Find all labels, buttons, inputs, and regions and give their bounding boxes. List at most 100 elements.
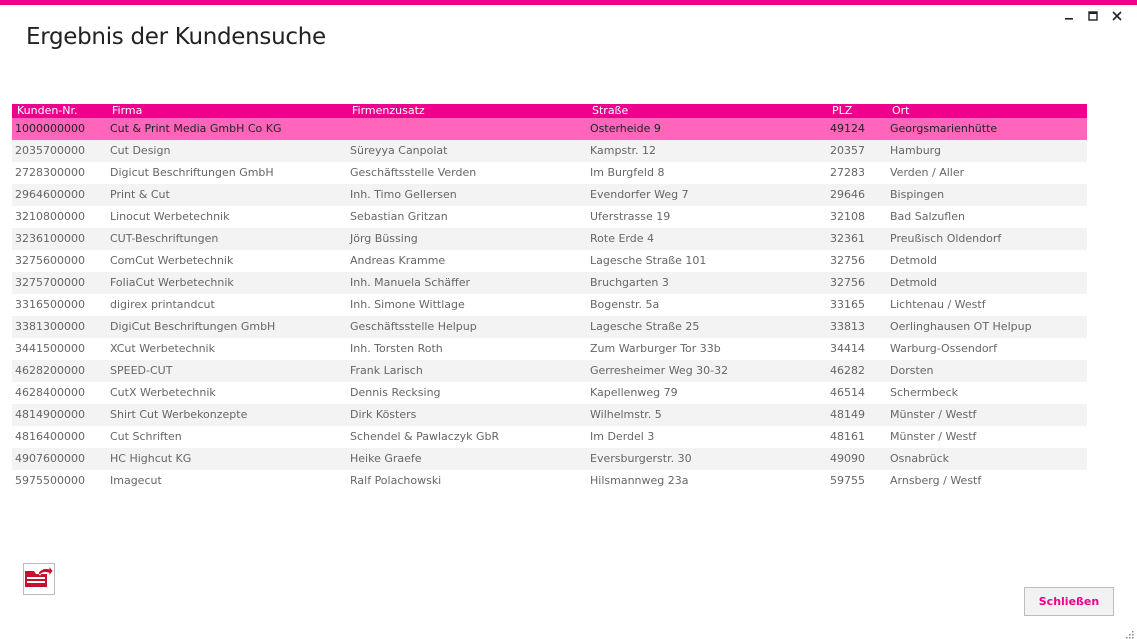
cell-ort: Münster / Westf: [890, 408, 977, 421]
table-row[interactable]: 2964600000 Print & Cut Inh. Timo Gellersen…: [12, 184, 1087, 206]
table-row[interactable]: 2728300000 Digicut Beschriftungen GmbH Ges…: [12, 162, 1087, 184]
cell-firma: ComCut Werbetechnik: [110, 254, 234, 267]
window-accent-bar: [0, 0, 1137, 5]
cell-firmenzusatz: Inh. Simone Wittlage: [350, 298, 465, 311]
column-header-firma[interactable]: Firma: [107, 104, 347, 118]
export-button[interactable]: [23, 563, 55, 595]
cell-strasse: Osterheide 9: [590, 122, 661, 135]
cell-firmenzusatz: Dirk Kösters: [350, 408, 417, 421]
cell-strasse: Wilhelmstr. 5: [590, 408, 662, 421]
cell-plz: 49124: [830, 122, 865, 135]
cell-firmenzusatz: Geschäftsstelle Verden: [350, 166, 477, 179]
cell-plz: 29646: [830, 188, 865, 201]
cell-firma: Shirt Cut Werbekonzepte: [110, 408, 248, 421]
cell-kunden-nr: 3275700000: [15, 276, 85, 289]
cell-plz: 27283: [830, 166, 865, 179]
table-row[interactable]: 5975500000 Imagecut Ralf Polachowski Hilsma…: [12, 470, 1087, 492]
cell-plz: 32361: [830, 232, 865, 245]
cell-ort: Bispingen: [890, 188, 945, 201]
column-header-strasse[interactable]: Straße: [587, 104, 827, 118]
cell-strasse: Kapellenweg 79: [590, 386, 678, 399]
table-row[interactable]: 4628200000 SPEED-CUT Frank Larisch Gerreshe…: [12, 360, 1087, 382]
table-row[interactable]: 3316500000 digirex printandcut Inh. Simone…: [12, 294, 1087, 316]
cell-kunden-nr: 5975500000: [15, 474, 85, 487]
folder-export-icon: [24, 564, 54, 594]
grid-header: Kunden-Nr. Firma Firmenzusatz Straße PLZ…: [12, 104, 1087, 118]
cell-firmenzusatz: Schendel & Pawlaczyk GbR: [350, 430, 500, 443]
column-header-plz[interactable]: PLZ: [827, 104, 887, 118]
cell-firmenzusatz: Inh. Manuela Schäffer: [350, 276, 471, 289]
column-header-kunden-nr[interactable]: Kunden-Nr.: [12, 104, 107, 118]
cell-firmenzusatz: Jörg Büssing: [350, 232, 418, 245]
cell-firma: Print & Cut: [110, 188, 170, 201]
cell-firmenzusatz: Süreyya Canpolat: [350, 144, 448, 157]
cell-ort: Lichtenau / Westf: [890, 298, 986, 311]
table-row[interactable]: 3275600000 ComCut Werbetechnik Andreas Kra…: [12, 250, 1087, 272]
customer-results-grid: Kunden-Nr. Firma Firmenzusatz Straße PLZ…: [12, 104, 1087, 492]
cell-plz: 33813: [830, 320, 865, 333]
cell-firmenzusatz: Inh. Torsten Roth: [350, 342, 443, 355]
cell-kunden-nr: 4628400000: [15, 386, 85, 399]
cell-strasse: Lagesche Straße 101: [590, 254, 707, 267]
cell-kunden-nr: 4816400000: [15, 430, 85, 443]
customer-search-result-window: Ergebnis der Kundensuche Kunden-Nr. Firm…: [0, 0, 1137, 639]
cell-firma: Digicut Beschriftungen GmbH: [110, 166, 274, 179]
cell-firma: Cut & Print Media GmbH Co KG: [110, 122, 282, 135]
cell-kunden-nr: 3275600000: [15, 254, 85, 267]
resize-grip[interactable]: [1124, 626, 1134, 639]
cell-strasse: Kampstr. 12: [590, 144, 657, 157]
cell-ort: Detmold: [890, 254, 938, 267]
cell-ort: Arnsberg / Westf: [890, 474, 982, 487]
table-row[interactable]: 3210800000 Linocut Werbetechnik Sebastian …: [12, 206, 1087, 228]
cell-strasse: Lagesche Straße 25: [590, 320, 700, 333]
cell-kunden-nr: 3236100000: [15, 232, 85, 245]
cell-firma: CutX Werbetechnik: [110, 386, 216, 399]
cell-kunden-nr: 3210800000: [15, 210, 85, 223]
table-row[interactable]: 2035700000 Cut Design Süreyya Canpolat Kamp…: [12, 140, 1087, 162]
table-row[interactable]: 3275700000 FoliaCut Werbetechnik Inh. Manu…: [12, 272, 1087, 294]
close-button[interactable]: Schließen: [1024, 587, 1114, 616]
cell-strasse: Gerresheimer Weg 30-32: [590, 364, 729, 377]
cell-plz: 48161: [830, 430, 865, 443]
cell-firma: digirex printandcut: [110, 298, 215, 311]
table-row-selected[interactable]: 1000000000 Cut & Print Media GmbH Co KG Os…: [12, 118, 1087, 140]
maximize-icon[interactable]: [1081, 8, 1105, 24]
cell-plz: 49090: [830, 452, 865, 465]
cell-ort: Oerlinghausen OT Helpup: [890, 320, 1032, 333]
table-row[interactable]: 3236100000 CUT-Beschriftungen Jörg Büssing…: [12, 228, 1087, 250]
table-row[interactable]: 3441500000 XCut Werbetechnik Inh. Torsten …: [12, 338, 1087, 360]
column-header-ort[interactable]: Ort: [887, 104, 1087, 118]
cell-kunden-nr: 3441500000: [15, 342, 85, 355]
cell-ort: Georgsmarienhütte: [890, 122, 998, 135]
cell-strasse: Im Burgfeld 8: [590, 166, 665, 179]
cell-firma: FoliaCut Werbetechnik: [110, 276, 234, 289]
table-row[interactable]: 4628400000 CutX Werbetechnik Dennis Recksi…: [12, 382, 1087, 404]
cell-firmenzusatz: Inh. Timo Gellersen: [350, 188, 457, 201]
cell-kunden-nr: 2964600000: [15, 188, 85, 201]
cell-kunden-nr: 2035700000: [15, 144, 85, 157]
cell-plz: 20357: [830, 144, 865, 157]
cell-strasse: Bruchgarten 3: [590, 276, 669, 289]
page-title: Ergebnis der Kundensuche: [26, 24, 326, 50]
cell-ort: Warburg-Ossendorf: [890, 342, 997, 355]
cell-plz: 32756: [830, 276, 865, 289]
cell-plz: 32756: [830, 254, 865, 267]
cell-firmenzusatz: Andreas Kramme: [350, 254, 446, 267]
table-row[interactable]: 4907600000 HC Highcut KG Heike Graefe Evers…: [12, 448, 1087, 470]
cell-strasse: Rote Erde 4: [590, 232, 654, 245]
minimize-icon[interactable]: [1057, 8, 1081, 24]
cell-plz: 46514: [830, 386, 865, 399]
cell-strasse: Uferstrasse 19: [590, 210, 671, 223]
close-icon[interactable]: [1105, 8, 1129, 24]
table-row[interactable]: 4814900000 Shirt Cut Werbekonzepte Dirk Kö…: [12, 404, 1087, 426]
cell-ort: Verden / Aller: [890, 166, 965, 179]
column-header-firmenzusatz[interactable]: Firmenzusatz: [347, 104, 587, 118]
window-controls: [1057, 8, 1129, 24]
cell-firmenzusatz: Frank Larisch: [350, 364, 423, 377]
cell-plz: 32108: [830, 210, 865, 223]
table-row[interactable]: 4816400000 Cut Schriften Schendel & Pawlac…: [12, 426, 1087, 448]
cell-ort: Osnabrück: [890, 452, 949, 465]
table-row[interactable]: 3381300000 DigiCut Beschriftungen GmbH Ges…: [12, 316, 1087, 338]
cell-firma: HC Highcut KG: [110, 452, 192, 465]
cell-ort: Dorsten: [890, 364, 934, 377]
